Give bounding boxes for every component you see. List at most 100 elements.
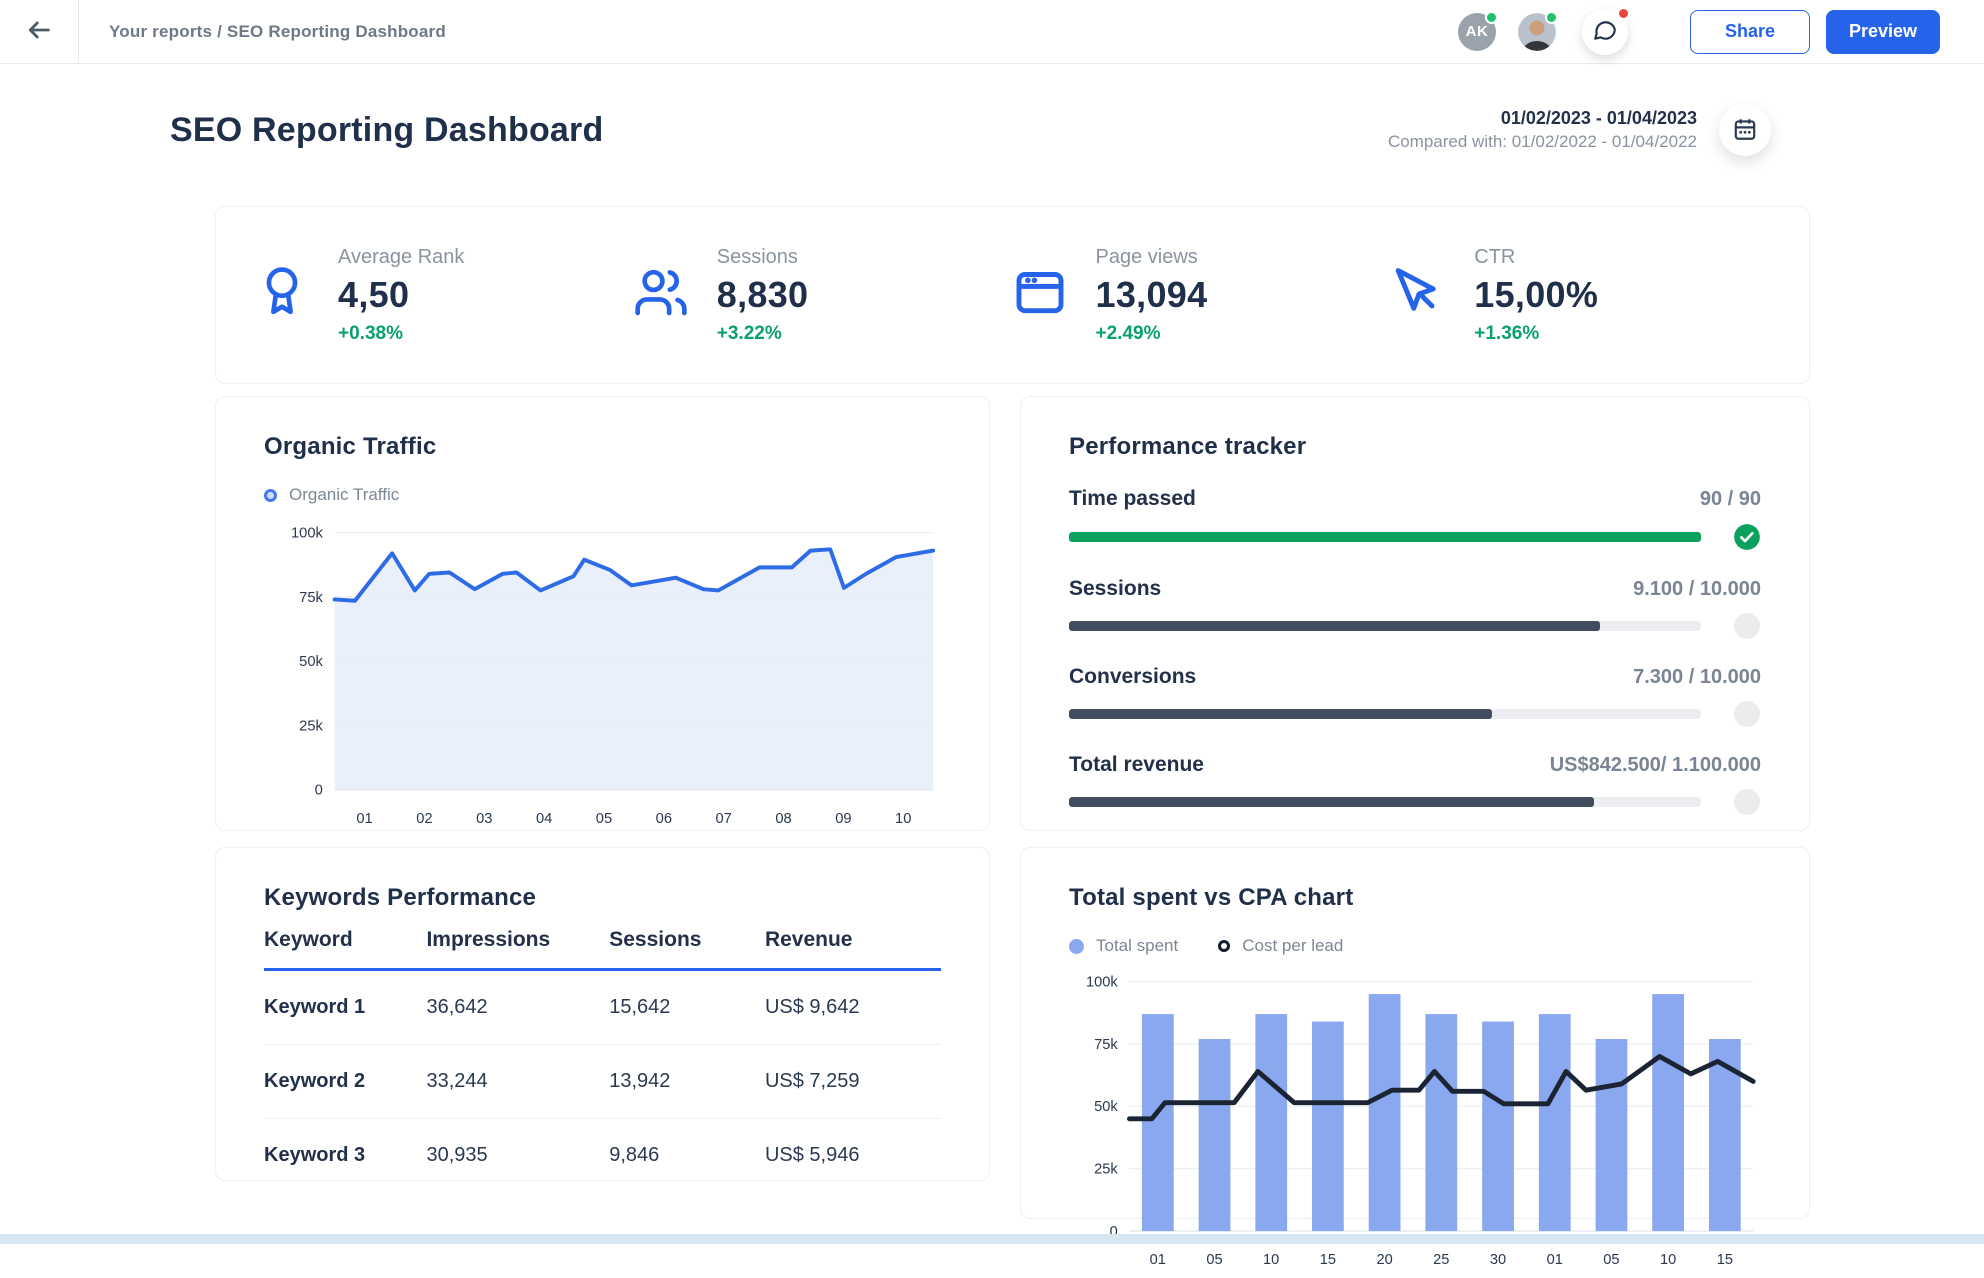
check-circle-icon xyxy=(1733,523,1761,551)
back-button[interactable] xyxy=(0,0,78,63)
kpi-value: 8,830 xyxy=(717,274,809,316)
pending-circle-icon xyxy=(1734,613,1760,639)
svg-text:75k: 75k xyxy=(1094,1037,1118,1053)
progress-fill xyxy=(1069,797,1594,807)
chat-bubble-icon xyxy=(1592,17,1618,46)
tracker-row-sessions: Sessions9.100 / 10.000 xyxy=(1069,577,1761,639)
preview-button[interactable]: Preview xyxy=(1826,10,1940,54)
table-cell: US$ 9,642 xyxy=(765,970,941,1045)
legend-total-spent[interactable]: Total spent xyxy=(1069,936,1178,956)
progress-fill xyxy=(1069,621,1600,631)
kpi-card: Average Rank4,50+0.38%Sessions8,830+3.22… xyxy=(215,206,1810,384)
medal-icon xyxy=(254,264,310,325)
organic-traffic-card: Organic Traffic Organic Traffic 100k75k5… xyxy=(215,396,990,831)
svg-text:05: 05 xyxy=(1603,1252,1619,1268)
tracker-label: Total revenue xyxy=(1069,753,1204,777)
topbar-divider xyxy=(78,0,79,63)
back-arrow-icon xyxy=(25,16,53,47)
svg-text:15: 15 xyxy=(1717,1252,1733,1268)
avatar-ak[interactable]: AK xyxy=(1458,13,1496,51)
comments-button[interactable] xyxy=(1582,9,1628,55)
progress-track xyxy=(1069,621,1701,631)
kpi-label: Sessions xyxy=(717,246,809,269)
svg-text:03: 03 xyxy=(476,811,492,827)
svg-text:06: 06 xyxy=(656,811,672,827)
legend-organic-traffic-label: Organic Traffic xyxy=(289,485,399,505)
svg-text:75k: 75k xyxy=(299,590,323,606)
bottom-strip xyxy=(0,1234,1984,1244)
svg-text:30: 30 xyxy=(1490,1252,1506,1268)
svg-text:10: 10 xyxy=(895,811,911,827)
table-row: Keyword 233,24413,942US$ 7,259 xyxy=(264,1045,941,1119)
total-spent-card: Total spent vs CPA chart Total spent Cos… xyxy=(1020,847,1810,1219)
svg-text:01: 01 xyxy=(1547,1252,1563,1268)
table-row: Keyword 136,64215,642US$ 9,642 xyxy=(264,970,941,1045)
progress-track xyxy=(1069,532,1701,542)
svg-text:25k: 25k xyxy=(1094,1162,1118,1178)
svg-text:10: 10 xyxy=(1660,1252,1676,1268)
column-header-revenue: Revenue xyxy=(765,928,941,970)
table-cell: Keyword 3 xyxy=(264,1119,426,1193)
table-cell: 36,642 xyxy=(426,970,609,1045)
topbar: Your reports / SEO Reporting Dashboard A… xyxy=(0,0,1984,64)
performance-tracker-title: Performance tracker xyxy=(1069,433,1761,461)
svg-text:01: 01 xyxy=(356,811,372,827)
progress-fill xyxy=(1069,532,1701,542)
column-header-impressions: Impressions xyxy=(426,928,609,970)
keywords-table-header: KeywordImpressionsSessionsRevenue xyxy=(264,928,941,970)
svg-text:20: 20 xyxy=(1376,1252,1392,1268)
kpi-page-views: Page views13,094+2.49% xyxy=(1012,246,1391,345)
kpi-delta: +2.49% xyxy=(1096,323,1208,345)
legend-ring-icon xyxy=(264,489,277,502)
legend-organic-traffic[interactable]: Organic Traffic xyxy=(264,485,399,505)
table-cell: 30,935 xyxy=(426,1119,609,1193)
total-spent-title: Total spent vs CPA chart xyxy=(1069,884,1761,912)
legend-cost-per-lead[interactable]: Cost per lead xyxy=(1218,936,1343,956)
kpi-value: 15,00% xyxy=(1474,274,1598,316)
progress-track xyxy=(1069,797,1701,807)
svg-text:07: 07 xyxy=(715,811,731,827)
users-icon xyxy=(633,264,689,325)
svg-text:02: 02 xyxy=(416,811,432,827)
kpi-sessions: Sessions8,830+3.22% xyxy=(633,246,1012,345)
notification-dot xyxy=(1617,7,1630,20)
tracker-row-conversions: Conversions 7.300 / 10.000 xyxy=(1069,665,1761,727)
pending-circle-icon xyxy=(1734,701,1760,727)
kpi-delta: +0.38% xyxy=(338,323,464,345)
svg-text:100k: 100k xyxy=(291,526,324,542)
svg-text:25k: 25k xyxy=(299,718,323,734)
table-row: Keyword 330,9359,846US$ 5,946 xyxy=(264,1119,941,1193)
date-range: 01/02/2023 - 01/04/2023 xyxy=(1388,106,1697,130)
dashboard-grid: Organic Traffic Organic Traffic 100k75k5… xyxy=(215,396,1810,1219)
column-header-sessions: Sessions xyxy=(609,928,765,970)
svg-text:01: 01 xyxy=(1150,1252,1166,1268)
table-cell: US$ 7,259 xyxy=(765,1045,941,1119)
report-canvas: SEO Reporting Dashboard 01/02/2023 - 01/… xyxy=(0,64,1984,1219)
kpi-value: 4,50 xyxy=(338,274,464,316)
kpi-label: CTR xyxy=(1474,246,1598,269)
tracker-rows: Time passed90 / 90 Sessions9.100 / 10.000… xyxy=(1069,487,1761,815)
share-button[interactable]: Share xyxy=(1690,10,1810,54)
organic-traffic-title: Organic Traffic xyxy=(264,433,941,461)
calendar-button[interactable] xyxy=(1719,104,1771,156)
svg-text:05: 05 xyxy=(596,811,612,827)
seo-reporting-dashboard: { "topbar": { "breadcrumb": "Your report… xyxy=(0,0,1984,1244)
kpi-label: Page views xyxy=(1096,246,1208,269)
svg-text:15: 15 xyxy=(1320,1252,1336,1268)
page-head: SEO Reporting Dashboard 01/02/2023 - 01/… xyxy=(170,104,1771,156)
avatar-photo[interactable] xyxy=(1518,13,1556,51)
tracker-value: 7.300 / 10.000 xyxy=(1633,666,1761,689)
tracker-label: Conversions xyxy=(1069,665,1196,689)
legend-ring-icon xyxy=(1218,940,1230,952)
keywords-table: KeywordImpressionsSessionsRevenue Keywor… xyxy=(264,928,941,1192)
kpi-average-rank: Average Rank4,50+0.38% xyxy=(254,246,633,345)
table-cell: Keyword 2 xyxy=(264,1045,426,1119)
online-status-dot xyxy=(1485,11,1498,24)
tracker-value: 9.100 / 10.000 xyxy=(1633,578,1761,601)
svg-text:09: 09 xyxy=(835,811,851,827)
tracker-row-time-passed: Time passed90 / 90 xyxy=(1069,487,1761,551)
calendar-icon xyxy=(1732,116,1758,145)
keywords-card: Keywords Performance KeywordImpressionsS… xyxy=(215,847,990,1181)
tracker-value: US$842.500/ 1.100.000 xyxy=(1550,754,1761,777)
tracker-row-total-revenue: Total revenue US$842.500/ 1.100.000 xyxy=(1069,753,1761,815)
